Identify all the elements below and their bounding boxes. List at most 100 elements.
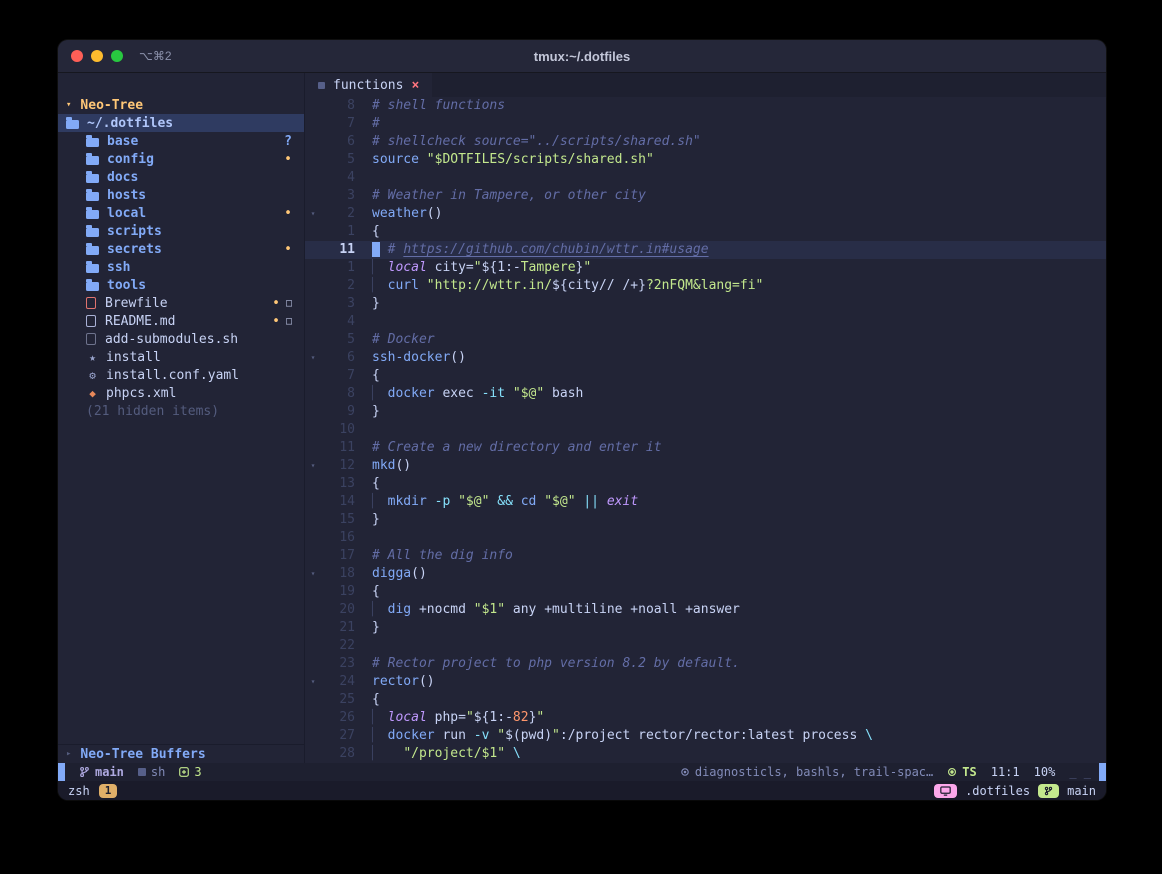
tree-item-add-submodules-sh[interactable]: add-submodules.sh: [58, 330, 304, 348]
code-line[interactable]: 11# Create a new directory and enter it: [305, 439, 1106, 457]
tree-item-secrets[interactable]: secrets•: [58, 240, 304, 258]
line-number: 4: [321, 169, 355, 187]
line-text: ▏ local city="${1:-Tampere}": [355, 259, 591, 277]
tree-item-install[interactable]: ★install: [58, 348, 304, 366]
fold-chevron-icon[interactable]: ▾: [305, 457, 321, 475]
fold-chevron-icon[interactable]: ▾: [305, 205, 321, 223]
fold-column: [305, 403, 321, 421]
code-line[interactable]: 4: [305, 313, 1106, 331]
folder-icon: [86, 246, 99, 255]
fold-column: [305, 439, 321, 457]
tree-item-readme-md[interactable]: README.md•□: [58, 312, 304, 330]
tree-item-tools[interactable]: tools: [58, 276, 304, 294]
code-area[interactable]: 8# shell functions7#6# shellcheck source…: [305, 97, 1106, 763]
neotree-header[interactable]: ▾ Neo-Tree: [58, 96, 304, 114]
folder-open-icon: [66, 120, 79, 129]
code-line[interactable]: ▾2weather(): [305, 205, 1106, 223]
tree-item-ssh[interactable]: ssh: [58, 258, 304, 276]
chevron-down-icon: ▾: [66, 100, 71, 110]
code-line[interactable]: 23# Rector project to php version 8.2 by…: [305, 655, 1106, 673]
code-line[interactable]: 22: [305, 637, 1106, 655]
git-branch-indicator[interactable]: main: [79, 765, 124, 779]
code-line[interactable]: 16: [305, 529, 1106, 547]
code-line[interactable]: 2▏ curl "http://wttr.in/${city// /+}?2nF…: [305, 277, 1106, 295]
tree-item-base[interactable]: base?: [58, 132, 304, 150]
line-number: 12: [321, 457, 355, 475]
tree-item-config[interactable]: config•: [58, 150, 304, 168]
fold-column: [305, 187, 321, 205]
code-line[interactable]: 8▏ docker exec -it "$@" bash: [305, 385, 1106, 403]
tree-item-brewfile[interactable]: Brewfile•□: [58, 294, 304, 312]
line-text: # Docker: [355, 331, 435, 349]
trailing-marks: _ _: [1069, 765, 1091, 779]
line-text: }: [355, 619, 380, 637]
zoom-window-button[interactable]: [111, 50, 123, 62]
code-line[interactable]: 1{: [305, 223, 1106, 241]
code-line[interactable]: 28▏ "/project/$1" \: [305, 745, 1106, 763]
tree-item-scripts[interactable]: scripts: [58, 222, 304, 240]
code-line[interactable]: 15}: [305, 511, 1106, 529]
code-line[interactable]: ▾6ssh-docker(): [305, 349, 1106, 367]
code-line[interactable]: 17# All the dig info: [305, 547, 1106, 565]
tmux-directory-label: .dotfiles: [965, 784, 1030, 798]
tab-functions[interactable]: functions ×: [305, 73, 432, 97]
terminal-window: ⌥⌘2 tmux:~/.dotfiles ▾ Neo-Tree ~/.dotfi…: [58, 40, 1106, 800]
code-line[interactable]: 6# shellcheck source="../scripts/shared.…: [305, 133, 1106, 151]
code-line[interactable]: 5# Docker: [305, 331, 1106, 349]
code-line[interactable]: 21}: [305, 619, 1106, 637]
fold-column: [305, 133, 321, 151]
lsp-icon: [680, 767, 690, 777]
indent-guide: ▏: [372, 494, 380, 509]
code-line[interactable]: 8# shell functions: [305, 97, 1106, 115]
code-line[interactable]: 26▏ local php="${1:-82}": [305, 709, 1106, 727]
code-line[interactable]: 13{: [305, 475, 1106, 493]
close-window-button[interactable]: [71, 50, 83, 62]
code-line[interactable]: 19{: [305, 583, 1106, 601]
code-line[interactable]: 7#: [305, 115, 1106, 133]
code-line[interactable]: 7{: [305, 367, 1106, 385]
tmux-right-status: .dotfiles main: [934, 784, 1096, 798]
tree-item-label: install: [106, 350, 161, 365]
titlebar[interactable]: ⌥⌘2 tmux:~/.dotfiles: [58, 40, 1106, 73]
tree-item-label: add-submodules.sh: [105, 332, 238, 347]
tree-item-hosts[interactable]: hosts: [58, 186, 304, 204]
diff-added-indicator: 3: [179, 765, 201, 779]
tmux-window-index-badge[interactable]: 1: [99, 784, 118, 798]
code-line[interactable]: 27▏ docker run -v "$(pwd)":/project rect…: [305, 727, 1106, 745]
minimize-window-button[interactable]: [91, 50, 103, 62]
code-line[interactable]: 10: [305, 421, 1106, 439]
code-line[interactable]: ▾12mkd(): [305, 457, 1106, 475]
code-line[interactable]: 3# Weather in Tampere, or other city: [305, 187, 1106, 205]
code-line[interactable]: ▾24rector(): [305, 673, 1106, 691]
fold-chevron-icon[interactable]: ▾: [305, 673, 321, 691]
tree-item-phpcs-xml[interactable]: ◆phpcs.xml: [58, 384, 304, 402]
code-line[interactable]: 4: [305, 169, 1106, 187]
code-line[interactable]: 20▏ dig +nocmd "$1" any +multiline +noal…: [305, 601, 1106, 619]
code-line-current[interactable]: 11 # https://github.com/chubin/wttr.in#u…: [305, 241, 1106, 259]
line-text: mkd(): [355, 457, 411, 475]
line-text: # Create a new directory and enter it: [355, 439, 662, 457]
code-line[interactable]: ▾18digga(): [305, 565, 1106, 583]
code-line[interactable]: 9}: [305, 403, 1106, 421]
fold-column: [305, 277, 321, 295]
fold-chevron-icon[interactable]: ▾: [305, 349, 321, 367]
tree-item-install-conf-yaml[interactable]: ⚙install.conf.yaml: [58, 366, 304, 384]
indent-guide: ▏: [372, 710, 380, 725]
tab-close-icon[interactable]: ×: [411, 78, 419, 93]
fold-chevron-icon[interactable]: ▾: [305, 565, 321, 583]
line-number: 19: [321, 583, 355, 601]
line-text: # shell functions: [355, 97, 505, 115]
code-line[interactable]: 1▏ local city="${1:-Tampere}": [305, 259, 1106, 277]
git-question-badge: ?: [284, 134, 292, 149]
tree-item-local[interactable]: local•: [58, 204, 304, 222]
code-line[interactable]: 3}: [305, 295, 1106, 313]
code-line[interactable]: 25{: [305, 691, 1106, 709]
code-line[interactable]: 5source "$DOTFILES/scripts/shared.sh": [305, 151, 1106, 169]
tree-root-dotfiles[interactable]: ~/.dotfiles: [58, 114, 304, 132]
folder-icon: [86, 264, 99, 273]
neotree-buffers-header[interactable]: ▸ Neo-Tree Buffers: [58, 744, 304, 763]
tree-item-docs[interactable]: docs: [58, 168, 304, 186]
line-number: 6: [321, 133, 355, 151]
tree-item-label: ssh: [107, 260, 130, 275]
code-line[interactable]: 14▏ mkdir -p "$@" && cd "$@" || exit: [305, 493, 1106, 511]
